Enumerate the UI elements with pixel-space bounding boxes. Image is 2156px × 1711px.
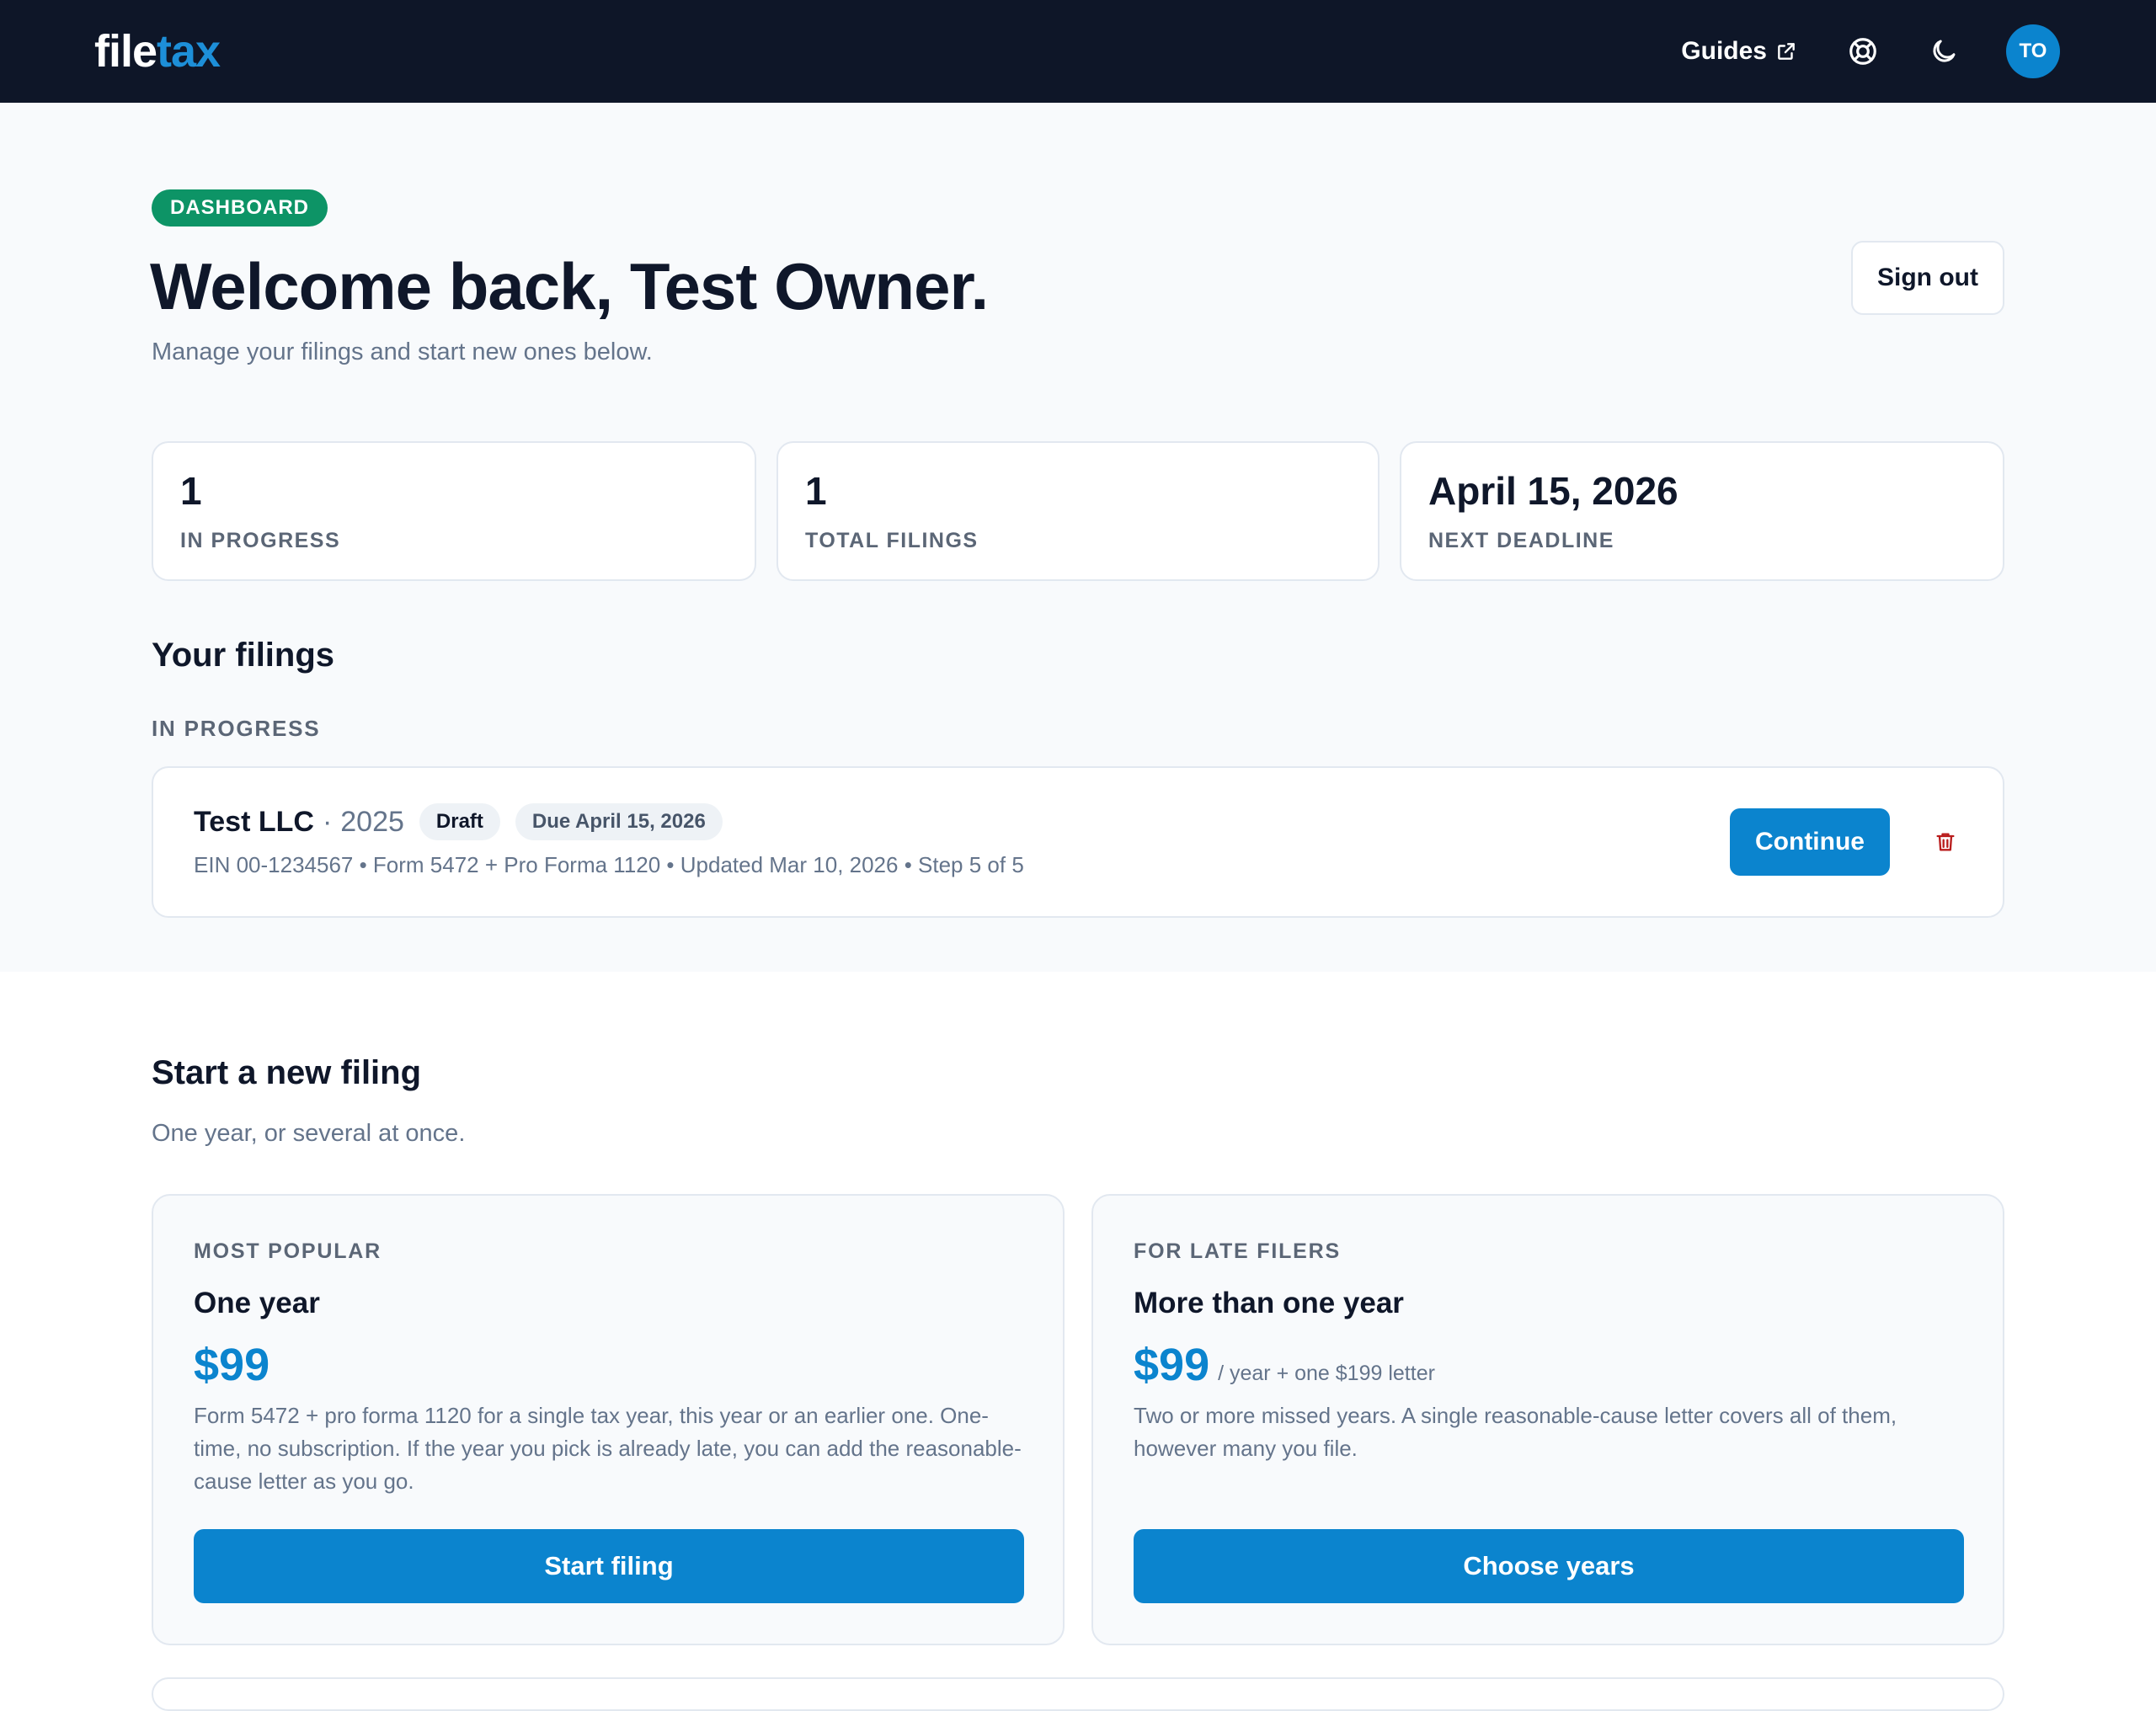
stat-value: April 15, 2026 <box>1428 469 1678 513</box>
plan-description: Two or more missed years. A single reaso… <box>1134 1403 1897 1461</box>
external-link-icon <box>1778 43 1795 60</box>
lifebuoy-icon <box>1849 38 1876 65</box>
logo-file: file <box>94 26 157 77</box>
stat-card-next-deadline: April 15, 2026 NEXT DEADLINE <box>1400 441 2004 581</box>
stat-label: NEXT DEADLINE <box>1428 529 1614 552</box>
plan-price-unit: / year + one $199 letter <box>1218 1362 1435 1385</box>
filing-meta: EIN 00-1234567 • Form 5472 + Pro Forma 1… <box>194 852 1024 877</box>
plan-price-amount: $99 <box>194 1340 270 1390</box>
plan-description: Form 5472 + pro forma 1120 for a single … <box>194 1403 1022 1494</box>
stat-label: TOTAL FILINGS <box>805 529 979 552</box>
filing-header: Test LLC · 2025 Draft Due April 15, 2026 <box>194 803 723 840</box>
dashboard-badge: DASHBOARD <box>152 189 328 227</box>
filing-separator: · <box>322 805 333 838</box>
plan-price: $99 <box>194 1339 270 1391</box>
filing-year: 2025 <box>340 805 404 838</box>
sign-out-button[interactable]: Sign out <box>1851 241 2004 315</box>
stat-value: 1 <box>805 469 827 513</box>
start-filing-button[interactable]: Start filing <box>194 1529 1024 1603</box>
moon-icon <box>1933 40 1956 62</box>
delete-filing-button[interactable] <box>1930 827 1961 857</box>
next-card-edge <box>152 1677 2004 1711</box>
filings-title: Your filings <box>152 637 335 674</box>
stat-card-in-progress: 1 IN PROGRESS <box>152 441 756 581</box>
stat-card-total-filings: 1 TOTAL FILINGS <box>776 441 1380 581</box>
filing-company: Test LLC <box>194 805 314 838</box>
filings-group-label: IN PROGRESS <box>152 716 321 741</box>
avatar[interactable]: TO <box>2006 24 2060 78</box>
trash-icon <box>1936 833 1955 851</box>
plan-card-one-year: MOST POPULAR One year $99 Form 5472 + pr… <box>152 1194 1065 1645</box>
page-subtitle: Manage your filings and start new ones b… <box>152 338 653 365</box>
plan-price: $99 / year + one $199 letter <box>1134 1339 1435 1391</box>
status-badge: Draft <box>419 803 500 840</box>
stat-value: 1 <box>180 469 202 513</box>
plan-card-multi-year: FOR LATE FILERS More than one year $99 /… <box>1091 1194 2004 1645</box>
plan-name: More than one year <box>1134 1287 1404 1319</box>
continue-button[interactable]: Continue <box>1730 808 1890 876</box>
plan-price-amount: $99 <box>1134 1340 1210 1390</box>
logo[interactable]: filetax <box>94 25 221 77</box>
help-button[interactable] <box>1844 33 1881 70</box>
new-filing-title: Start a new filing <box>152 1054 422 1091</box>
top-nav: filetax Guides TO <box>0 0 2156 103</box>
top-nav-actions: Guides TO <box>1681 24 2062 78</box>
due-date-badge: Due April 15, 2026 <box>515 803 723 840</box>
page-title: Welcome back, Test Owner. <box>150 249 989 323</box>
plan-kicker: MOST POPULAR <box>194 1239 382 1263</box>
logo-tax: tax <box>157 26 221 77</box>
new-filing-subtitle: One year, or several at once. <box>152 1120 466 1147</box>
filing-row: Test LLC · 2025 Draft Due April 15, 2026… <box>152 766 2004 918</box>
plan-name: One year <box>194 1287 320 1319</box>
plan-kicker: FOR LATE FILERS <box>1134 1239 1341 1263</box>
choose-years-button[interactable]: Choose years <box>1134 1529 1964 1603</box>
stat-label: IN PROGRESS <box>180 529 341 552</box>
theme-toggle[interactable] <box>1925 33 1962 70</box>
guides-label: Guides <box>1681 37 1767 65</box>
guides-link[interactable]: Guides <box>1681 37 1797 66</box>
